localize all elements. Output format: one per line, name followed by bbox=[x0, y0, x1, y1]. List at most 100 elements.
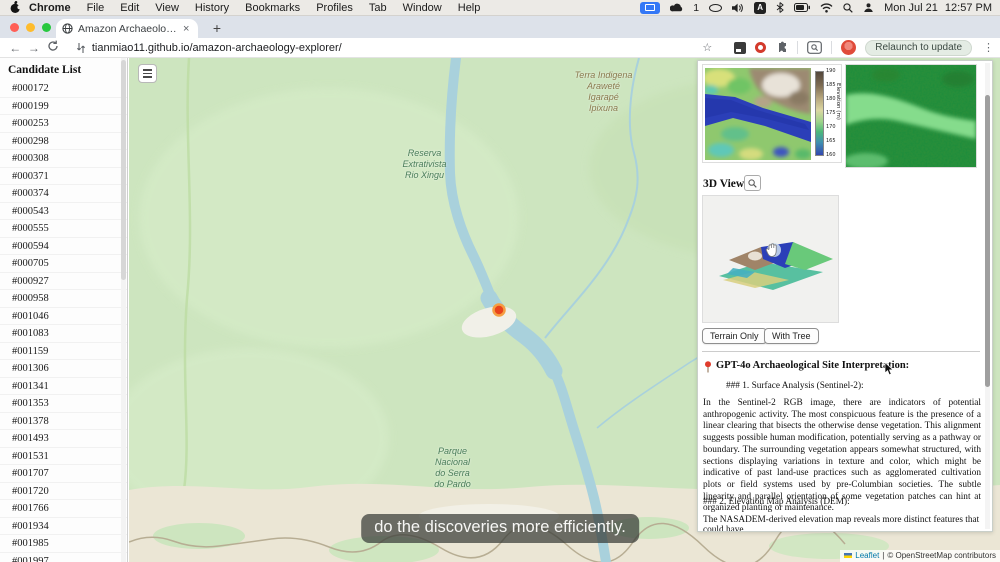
menu-item[interactable]: Bookmarks bbox=[245, 2, 300, 14]
notification-count: 1 bbox=[693, 1, 700, 14]
gpt-section-2-heading: ### 2. Elevation Map Analysis (DEM): bbox=[703, 497, 850, 507]
battery-icon[interactable] bbox=[794, 3, 811, 12]
candidate-item[interactable]: #000253 bbox=[0, 115, 127, 133]
with-tree-button[interactable]: With Tree bbox=[764, 328, 819, 344]
candidate-item[interactable]: #000543 bbox=[0, 203, 127, 220]
wifi-icon[interactable] bbox=[820, 2, 833, 13]
cloud-icon[interactable] bbox=[670, 3, 683, 12]
mouse-cursor-icon bbox=[884, 361, 894, 381]
map-layers-button[interactable] bbox=[138, 64, 157, 83]
panel-scrollbar[interactable] bbox=[985, 63, 990, 529]
menu-item[interactable]: Edit bbox=[120, 2, 139, 14]
candidate-item[interactable]: #000555 bbox=[0, 220, 127, 238]
site-marker[interactable] bbox=[492, 303, 506, 317]
back-button[interactable]: ← bbox=[6, 41, 25, 55]
candidate-item[interactable]: #001378 bbox=[0, 413, 127, 430]
reload-button[interactable] bbox=[43, 40, 62, 55]
browser-tab-active[interactable]: Amazon Archaeology Explor × bbox=[56, 19, 198, 38]
candidate-item[interactable]: #000374 bbox=[0, 185, 127, 203]
toolbar-separator bbox=[831, 41, 833, 54]
new-tab-button[interactable]: + bbox=[208, 20, 226, 38]
candidate-item[interactable]: #000199 bbox=[0, 98, 127, 115]
candidate-item[interactable]: #001531 bbox=[0, 448, 127, 465]
candidate-item[interactable]: #000927 bbox=[0, 273, 127, 290]
menu-item[interactable]: View bbox=[155, 2, 179, 14]
candidate-item[interactable]: #001159 bbox=[0, 343, 127, 360]
3d-view-zoom-button[interactable] bbox=[744, 175, 761, 191]
osm-link[interactable]: © OpenStreetMap contributors bbox=[887, 551, 996, 560]
pill-icon[interactable] bbox=[709, 3, 723, 12]
candidate-item[interactable]: #001934 bbox=[0, 518, 127, 535]
extensions-puzzle-icon[interactable] bbox=[775, 41, 788, 54]
relaunch-to-update-button[interactable]: Relaunch to update bbox=[865, 39, 972, 56]
chrome-menu-icon[interactable]: ⋮ bbox=[983, 41, 994, 54]
tab-close-icon[interactable]: × bbox=[183, 23, 189, 35]
apple-menu-icon[interactable] bbox=[10, 1, 21, 14]
volume-icon[interactable] bbox=[732, 3, 744, 13]
window-close-button[interactable] bbox=[10, 23, 19, 32]
input-source-icon[interactable]: A bbox=[754, 1, 767, 14]
candidate-item[interactable]: #001766 bbox=[0, 500, 127, 518]
toolbar-separator bbox=[797, 41, 799, 54]
candidate-item[interactable]: #001997 bbox=[0, 553, 127, 562]
menu-bar-status-area: 1 A Mon Jul 21 12:57 PM bbox=[640, 1, 1000, 14]
menu-item[interactable]: Chrome bbox=[29, 2, 71, 14]
elevation-map-figure: 190 185 180 175 170 165 160 Elevation (m) bbox=[702, 64, 842, 163]
3d-terrain-view[interactable] bbox=[702, 195, 839, 323]
candidate-item[interactable]: #000705 bbox=[0, 255, 127, 273]
map-attribution: Leaflet | © OpenStreetMap contributors bbox=[840, 550, 1000, 562]
menu-item[interactable]: Tab bbox=[369, 2, 387, 14]
menu-item[interactable]: History bbox=[195, 2, 229, 14]
candidate-item[interactable]: #001353 bbox=[0, 395, 127, 413]
screen-recording-icon[interactable] bbox=[640, 1, 661, 14]
candidate-item[interactable]: #000371 bbox=[0, 168, 127, 185]
forward-button[interactable]: → bbox=[25, 41, 44, 55]
menu-item[interactable]: File bbox=[87, 2, 105, 14]
gpt-paragraph-2: The NASADEM-derived elevation map reveal… bbox=[703, 515, 980, 532]
window-maximize-button[interactable] bbox=[42, 23, 51, 32]
address-bar[interactable]: tianmiao11.github.io/amazon-archaeology-… bbox=[68, 40, 720, 56]
candidate-item[interactable]: #001306 bbox=[0, 360, 127, 378]
terrain-only-button[interactable]: Terrain Only bbox=[702, 328, 767, 344]
gpt-section-1-heading: ### 1. Surface Analysis (Sentinel-2): bbox=[726, 381, 864, 391]
magnifier-icon bbox=[748, 178, 757, 188]
browser-toolbar: ← → tianmiao11.github.io/amazon-archaeol… bbox=[0, 38, 1000, 58]
leaflet-link[interactable]: Leaflet bbox=[855, 551, 879, 560]
candidate-item[interactable]: #001083 bbox=[0, 325, 127, 343]
site-settings-icon[interactable] bbox=[76, 42, 86, 54]
menu-item[interactable]: Window bbox=[403, 2, 442, 14]
sidebar-scrollbar[interactable] bbox=[121, 58, 126, 562]
candidate-item[interactable]: #000172 bbox=[0, 80, 127, 98]
candidate-item[interactable]: #000298 bbox=[0, 133, 127, 150]
extension-icon-dark[interactable] bbox=[734, 41, 747, 54]
app-menu-items: Chrome File Edit View History Bookmarks Profil… bbox=[29, 2, 480, 14]
url-text[interactable]: tianmiao11.github.io/amazon-archaeology-… bbox=[92, 42, 342, 54]
spotlight-search-icon[interactable] bbox=[843, 2, 853, 13]
leaflet-flag-icon bbox=[844, 553, 853, 558]
elevation-colorbar bbox=[815, 71, 824, 156]
window-minimize-button[interactable] bbox=[26, 23, 35, 32]
tab-search-icon[interactable] bbox=[807, 41, 823, 54]
colorbar-tick: 160 bbox=[826, 151, 836, 158]
candidate-item[interactable]: #000958 bbox=[0, 290, 127, 308]
user-switch-icon[interactable] bbox=[863, 2, 874, 13]
menu-item[interactable]: Profiles bbox=[316, 2, 353, 14]
menu-item[interactable]: Help bbox=[458, 2, 481, 14]
panel-scrollbar-thumb[interactable] bbox=[985, 95, 990, 387]
candidate-item[interactable]: #001985 bbox=[0, 535, 127, 553]
menu-bar-clock[interactable]: Mon Jul 21 12:57 PM bbox=[884, 2, 992, 14]
candidate-item[interactable]: #001720 bbox=[0, 483, 127, 500]
candidate-item[interactable]: #001493 bbox=[0, 430, 127, 448]
candidate-item[interactable]: #000308 bbox=[0, 150, 127, 168]
bookmark-star-icon[interactable]: ☆ bbox=[702, 41, 712, 54]
colorbar-tick: 165 bbox=[826, 137, 836, 144]
candidate-list: #000172 #000199 #000253 #000298 #000308 #0003… bbox=[0, 80, 127, 562]
candidate-item[interactable]: #000594 bbox=[0, 238, 127, 255]
profile-avatar[interactable] bbox=[841, 40, 857, 55]
macos-menu-bar: Chrome File Edit View History Bookmarks Profil… bbox=[0, 0, 1000, 16]
bluetooth-icon[interactable] bbox=[776, 2, 784, 13]
candidate-item[interactable]: #001707 bbox=[0, 465, 127, 483]
candidate-item[interactable]: #001341 bbox=[0, 378, 127, 395]
extension-icon-red-ring[interactable] bbox=[755, 42, 767, 53]
candidate-item[interactable]: #001046 bbox=[0, 308, 127, 325]
